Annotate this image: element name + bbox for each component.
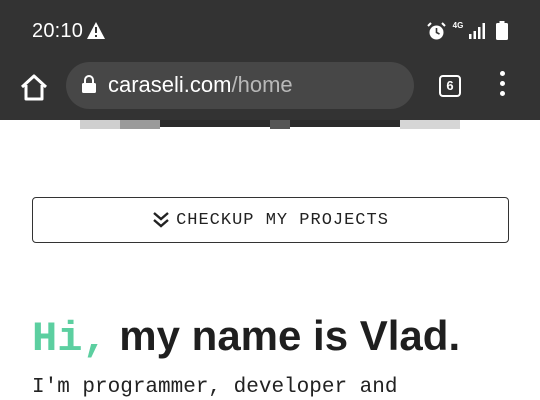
greeting-name: my name is Vlad.: [119, 312, 461, 359]
more-options-icon[interactable]: [496, 71, 508, 101]
projects-button-label: CHECKUP MY PROJECTS: [176, 210, 389, 230]
page-heading: Hi, my name is Vlad.: [32, 312, 460, 363]
battery-icon: [496, 21, 508, 40]
greeting-hi: Hi,: [32, 315, 108, 363]
url-text: caraseli.com/home: [108, 72, 293, 98]
network-type-label: 4G: [452, 21, 464, 30]
hero-photo: [0, 120, 540, 129]
browser-toolbar: caraseli.com/home 6: [0, 60, 540, 120]
status-time: 20:10: [32, 20, 84, 42]
checkup-projects-button[interactable]: CHECKUP MY PROJECTS: [32, 197, 509, 243]
double-chevron-down-icon: [153, 212, 169, 228]
url-bar[interactable]: caraseli.com/home: [66, 62, 414, 109]
url-domain: caraseli.com: [108, 72, 232, 97]
intro-text: I'm programmer, developer and: [32, 376, 398, 399]
warning-icon: [87, 22, 105, 39]
status-bar: 20:10 4G: [0, 0, 540, 60]
signal-icon: [469, 23, 485, 39]
lock-icon: [82, 75, 96, 93]
home-icon[interactable]: [18, 72, 50, 104]
url-path: /home: [231, 72, 293, 97]
alarm-icon: [427, 22, 446, 40]
tab-switcher-button[interactable]: 6: [439, 75, 461, 97]
